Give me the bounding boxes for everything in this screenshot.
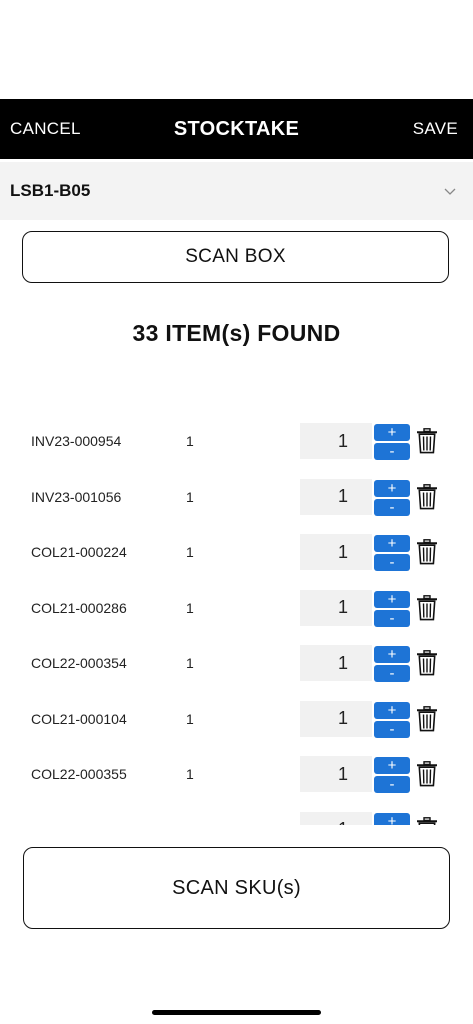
quantity-field[interactable]: 1: [300, 700, 372, 737]
location-select[interactable]: LSB1-B05: [0, 162, 473, 220]
scan-box-button[interactable]: SCAN BOX: [22, 231, 449, 283]
decrement-button[interactable]: -: [374, 665, 410, 682]
list-item: INV23-001056 1 1 + -: [0, 469, 473, 525]
increment-button[interactable]: +: [374, 812, 410, 825]
item-sku: COL21-000224: [31, 544, 127, 560]
decrement-button[interactable]: -: [374, 776, 410, 793]
list-item: COL22-000355 1 1 + -: [0, 746, 473, 802]
list-item: COL21-000104 1 1 + -: [0, 691, 473, 747]
increment-button[interactable]: +: [374, 424, 410, 441]
list-item: COL21-000224 1 1 + -: [0, 524, 473, 580]
item-count: 1: [186, 655, 194, 671]
quantity-field[interactable]: 1: [300, 811, 372, 825]
quantity-field[interactable]: 1: [300, 478, 372, 515]
scan-sku-button[interactable]: SCAN SKU(s): [23, 847, 450, 929]
item-count: 1: [186, 488, 194, 505]
item-sku: INV23-000987: [31, 822, 121, 826]
home-indicator: [152, 1010, 321, 1015]
decrement-button[interactable]: -: [374, 443, 410, 460]
item-count: 1: [186, 433, 194, 449]
trash-icon[interactable]: [416, 594, 438, 621]
quantity-field[interactable]: 1: [300, 645, 372, 681]
increment-button[interactable]: +: [374, 479, 410, 497]
decrement-button[interactable]: -: [374, 720, 410, 738]
trash-icon[interactable]: [416, 483, 438, 510]
trash-icon[interactable]: [416, 816, 438, 825]
quantity-field[interactable]: 1: [300, 423, 372, 459]
increment-button[interactable]: +: [374, 590, 410, 608]
item-sku: INV23-001056: [31, 488, 122, 505]
top-nav-bar: CANCEL STOCKTAKE SAVE: [0, 99, 473, 159]
list-item: COL21-000286 1 1 + -: [0, 580, 473, 636]
decrement-button[interactable]: -: [374, 609, 410, 627]
trash-icon[interactable]: [416, 705, 438, 732]
item-sku: COL21-000286: [31, 599, 127, 616]
location-value: LSB1-B05: [10, 181, 91, 200]
item-sku: INV23-000954: [31, 433, 122, 449]
item-count: 1: [186, 599, 194, 616]
items-found-heading: 33 ITEM(s) FOUND: [132, 320, 341, 346]
item-sku: COL22-000355: [31, 766, 127, 782]
item-count: 1: [186, 822, 194, 826]
item-sku: COL22-000354: [31, 655, 127, 671]
chevron-down-icon: [444, 188, 456, 195]
increment-button[interactable]: +: [374, 701, 410, 719]
list-item: INV23-000954 1 1 + -: [0, 413, 473, 469]
trash-icon[interactable]: [416, 650, 438, 676]
quantity-field[interactable]: 1: [300, 534, 372, 570]
item-count: 1: [186, 766, 194, 782]
cancel-button[interactable]: CANCEL: [10, 119, 81, 139]
list-item: INV23-00098711+-: [0, 802, 473, 826]
trash-icon[interactable]: [416, 761, 438, 787]
increment-button[interactable]: +: [374, 535, 410, 552]
quantity-field[interactable]: 1: [300, 589, 372, 626]
save-button[interactable]: SAVE: [413, 119, 458, 139]
trash-icon[interactable]: [416, 539, 438, 565]
item-list[interactable]: INV23-000954 1 1 + - INV23-001056 1 1 + - COL21-00…: [0, 413, 473, 825]
item-count: 1: [186, 710, 194, 727]
increment-button[interactable]: +: [374, 757, 410, 774]
quantity-field[interactable]: 1: [300, 756, 372, 792]
list-item: COL22-000354 1 1 + -: [0, 635, 473, 691]
item-count: 1: [186, 544, 194, 560]
decrement-button[interactable]: -: [374, 498, 410, 516]
decrement-button[interactable]: -: [374, 554, 410, 571]
trash-icon[interactable]: [416, 428, 438, 454]
increment-button[interactable]: +: [374, 646, 410, 663]
item-sku: COL21-000104: [31, 710, 127, 727]
